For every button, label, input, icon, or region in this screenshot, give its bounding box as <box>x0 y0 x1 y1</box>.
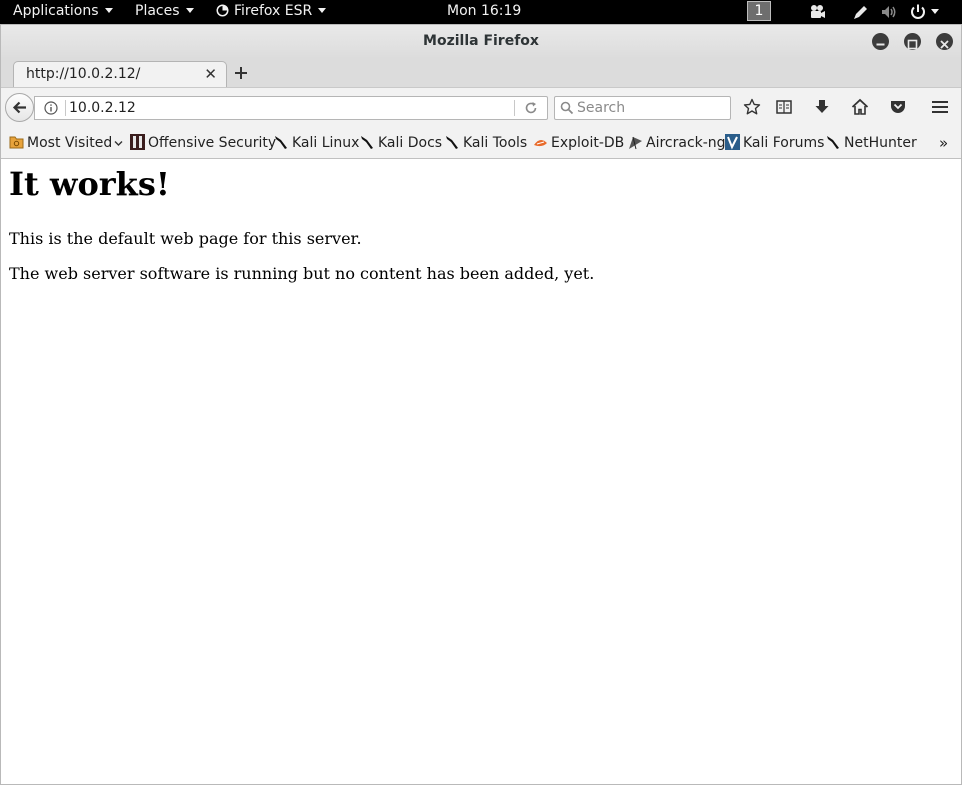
minimize-icon <box>876 43 885 46</box>
url-text[interactable]: 10.0.2.12 <box>69 97 136 119</box>
maximize-button[interactable] <box>904 33 921 50</box>
minimize-button[interactable] <box>872 33 889 50</box>
window-titlebar[interactable]: Mozilla Firefox <box>1 25 961 59</box>
plus-icon <box>235 67 247 79</box>
kali-forums-icon <box>725 134 740 150</box>
close-window-button[interactable] <box>936 33 953 50</box>
new-tab-button[interactable] <box>234 61 248 86</box>
search-box[interactable] <box>554 96 731 120</box>
page-content: It works! This is the default web page f… <box>1 159 961 784</box>
url-separator <box>65 100 66 116</box>
bookmark-star-icon[interactable] <box>743 98 761 116</box>
firefox-icon <box>216 4 229 16</box>
firefox-window: Mozilla Firefox http://10.0.2.12/ ✕ 10.0… <box>0 24 962 785</box>
bookmark-label: Offensive Security <box>148 135 277 151</box>
power-icon[interactable] <box>909 3 927 21</box>
bookmark-label: Kali Tools <box>463 135 528 151</box>
volume-icon[interactable] <box>880 3 898 21</box>
page-heading: It works! <box>9 165 170 203</box>
bookmark-aircrack-ng[interactable]: Aircrack-ng <box>628 127 726 159</box>
reading-list-icon[interactable] <box>775 98 793 116</box>
window-title: Mozilla Firefox <box>423 33 539 49</box>
kali-dragon-icon <box>446 135 458 149</box>
places-label: Places <box>135 3 180 19</box>
close-icon <box>940 40 949 49</box>
bookmark-label: Kali Forums <box>743 135 825 151</box>
tab-label: http://10.0.2.12/ <box>26 66 141 82</box>
home-icon[interactable] <box>851 98 869 116</box>
navigation-toolbar: 10.0.2.12 <box>1 87 961 127</box>
maximize-icon <box>907 39 918 50</box>
kali-dragon-icon <box>275 135 287 149</box>
bookmark-exploit-db[interactable]: Exploit-DB <box>533 127 624 159</box>
bookmark-most-visited[interactable]: Most Visited <box>9 127 123 159</box>
reload-separator <box>514 100 515 116</box>
pen-icon[interactable] <box>852 3 870 21</box>
app-menu-label: Firefox ESR <box>234 3 313 19</box>
chevron-down-icon[interactable] <box>931 9 939 14</box>
clock[interactable]: Mon 16:19 <box>447 0 521 24</box>
bookmark-label: Kali Docs <box>378 135 443 151</box>
chevron-down-icon <box>104 7 113 13</box>
url-bar[interactable]: 10.0.2.12 <box>34 96 548 120</box>
back-button[interactable] <box>5 93 34 122</box>
video-camera-icon[interactable] <box>808 3 826 21</box>
tab-strip: http://10.0.2.12/ ✕ <box>1 59 961 87</box>
bookmark-label: Most Visited <box>27 135 113 151</box>
places-menu[interactable]: Places <box>135 0 194 24</box>
search-input[interactable] <box>577 98 725 118</box>
workspace-indicator[interactable]: 1 <box>747 1 771 21</box>
bookmarks-overflow-chevron[interactable]: » <box>939 127 948 159</box>
folder-icon <box>9 136 24 149</box>
hamburger-menu-icon[interactable] <box>931 98 949 116</box>
bookmark-kali-linux[interactable]: Kali Linux <box>274 127 359 159</box>
kali-dragon-icon <box>361 135 373 149</box>
kali-dragon-icon <box>827 135 839 149</box>
applications-menu[interactable]: Applications <box>13 0 113 24</box>
tab-active[interactable]: http://10.0.2.12/ ✕ <box>13 61 227 87</box>
bookmark-kali-forums[interactable]: Kali Forums <box>725 127 824 159</box>
download-icon[interactable] <box>813 98 831 116</box>
aircrack-icon <box>629 136 642 149</box>
search-icon <box>560 101 574 115</box>
chevron-down-icon <box>318 7 327 13</box>
bookmark-label: NetHunter <box>844 135 917 151</box>
bookmark-kali-docs[interactable]: Kali Docs <box>360 127 442 159</box>
applications-label: Applications <box>13 3 99 19</box>
reload-icon[interactable] <box>524 101 538 115</box>
page-paragraph: The web server software is running but n… <box>9 264 595 283</box>
clock-label: Mon 16:19 <box>447 3 522 19</box>
bookmarks-toolbar: Most Visited Offensive Security Kali Lin… <box>1 127 961 159</box>
arrow-left-icon <box>12 101 26 114</box>
bookmark-label: Exploit-DB <box>551 135 625 151</box>
tab-close-icon[interactable]: ✕ <box>204 62 217 86</box>
chevron-down-icon <box>185 7 194 13</box>
page-paragraph: This is the default web page for this se… <box>9 229 362 248</box>
bookmark-kali-tools[interactable]: Kali Tools <box>445 127 527 159</box>
info-icon[interactable] <box>44 101 58 115</box>
pocket-icon[interactable] <box>889 98 907 116</box>
bookmark-offensive-security[interactable]: Offensive Security <box>130 127 276 159</box>
gnome-top-bar: Applications Places Firefox ESR Mon 16:1… <box>0 0 962 24</box>
bookmark-label: Aircrack-ng <box>646 135 726 151</box>
app-menu[interactable]: Firefox ESR <box>216 0 327 24</box>
offsec-icon <box>130 134 145 150</box>
chevron-down-icon <box>114 140 123 146</box>
exploitdb-icon <box>534 139 547 146</box>
bookmark-label: Kali Linux <box>292 135 360 151</box>
bookmark-nethunter[interactable]: NetHunter <box>826 127 917 159</box>
